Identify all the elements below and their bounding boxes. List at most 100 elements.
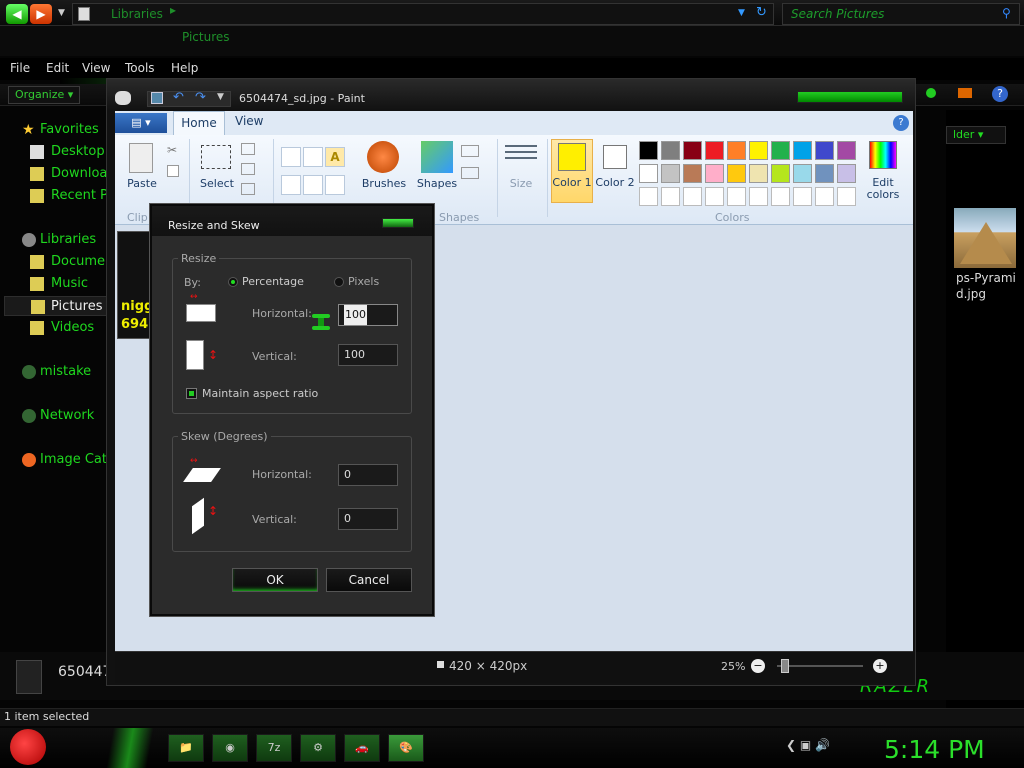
palette-swatch[interactable] <box>793 141 812 160</box>
menu-view[interactable]: View <box>82 61 110 75</box>
cancel-button[interactable]: Cancel <box>326 568 412 592</box>
pixels-label[interactable]: Pixels <box>348 275 379 288</box>
ok-button[interactable]: OK <box>232 568 318 592</box>
shapes-icon[interactable] <box>421 141 453 173</box>
paint-menu-button[interactable]: ▤ ▾ <box>115 113 167 133</box>
zoom-in-button[interactable]: + <box>873 659 887 673</box>
palette-swatch[interactable] <box>661 141 680 160</box>
sidebar-item-desktop[interactable]: Desktop <box>0 142 108 162</box>
zoom-out-button[interactable]: − <box>751 659 765 673</box>
resize-icon[interactable] <box>241 163 255 175</box>
sidebar-item-pictures[interactable]: Pictures <box>4 296 108 316</box>
palette-empty-swatch[interactable] <box>661 187 680 206</box>
forward-button[interactable]: ▶ <box>30 4 52 24</box>
sidebar-item-music[interactable]: Music <box>0 274 108 294</box>
edit-colors-icon[interactable] <box>869 141 897 169</box>
resize-vertical-input[interactable]: 100 <box>338 344 398 366</box>
menu-help[interactable]: Help <box>171 61 198 75</box>
select-icon[interactable] <box>201 145 231 169</box>
menu-tools[interactable]: Tools <box>125 61 155 75</box>
fill-icon[interactable] <box>303 147 323 167</box>
address-bar[interactable]: Libraries <box>72 3 774 25</box>
skew-horizontal-input[interactable]: 0 <box>338 464 398 486</box>
system-tray[interactable]: ❮ ▣ 🔊 <box>786 738 830 752</box>
palette-empty-swatch[interactable] <box>727 187 746 206</box>
size-icon[interactable] <box>505 145 537 163</box>
sidebar-item-image-catalog[interactable]: Image Catalog <box>0 450 108 470</box>
paint-app-icon[interactable] <box>115 91 131 105</box>
crop-icon[interactable] <box>241 143 255 155</box>
fill-shape-icon[interactable] <box>461 167 479 179</box>
palette-swatch[interactable] <box>815 164 834 183</box>
palette-swatch[interactable] <box>749 141 768 160</box>
search-input[interactable]: Search Pictures <box>782 3 1020 25</box>
organize-button[interactable]: Organize ▾ <box>8 86 81 104</box>
menu-file[interactable]: File <box>10 61 30 75</box>
save-icon[interactable] <box>151 92 163 104</box>
palette-swatch[interactable] <box>639 164 658 183</box>
resize-horizontal-input[interactable]: 100 <box>338 304 398 326</box>
shapes-button[interactable]: Shapes <box>413 177 461 190</box>
cut-icon[interactable]: ✂ <box>167 143 177 157</box>
clock[interactable]: 5:14 PM <box>884 735 985 764</box>
palette-swatch[interactable] <box>793 164 812 183</box>
taskbar-chrome-button[interactable]: ◉ <box>212 734 248 762</box>
select-button[interactable]: Select <box>197 177 237 190</box>
eraser-icon[interactable] <box>281 175 301 195</box>
palette-empty-swatch[interactable] <box>771 187 790 206</box>
color-picker-icon[interactable] <box>303 175 323 195</box>
address-crumb-libraries[interactable]: Libraries <box>111 7 163 21</box>
qat-dropdown-icon[interactable]: ▼ <box>217 92 224 102</box>
sidebar-item-documents[interactable]: Documents <box>0 252 108 272</box>
search-icon[interactable]: ⚲ <box>1002 6 1011 20</box>
maintain-aspect-checkbox[interactable] <box>186 388 197 399</box>
menu-edit[interactable]: Edit <box>46 61 69 75</box>
start-button-icon[interactable] <box>10 729 46 765</box>
palette-swatch[interactable] <box>683 164 702 183</box>
text-icon[interactable]: A <box>325 147 345 167</box>
palette-swatch[interactable] <box>749 164 768 183</box>
rotate-icon[interactable] <box>241 183 255 195</box>
palette-empty-swatch[interactable] <box>837 187 856 206</box>
file-label-pyramids[interactable]: ps-Pyrami d.jpg <box>956 270 1022 302</box>
sidebar-item-recent-places[interactable]: Recent Places <box>0 186 108 206</box>
palette-empty-swatch[interactable] <box>639 187 658 206</box>
help-icon[interactable]: ? <box>893 115 909 131</box>
view-options-icon[interactable] <box>926 88 936 98</box>
color2-swatch[interactable] <box>603 145 627 169</box>
sidebar-item-homegroup[interactable]: mistake <box>0 362 108 382</box>
undo-icon[interactable]: ↶ <box>173 90 184 105</box>
palette-empty-swatch[interactable] <box>793 187 812 206</box>
zoom-slider[interactable] <box>777 665 863 667</box>
taskbar-explorer-button[interactable]: 📁 <box>168 734 204 762</box>
palette-swatch[interactable] <box>771 141 790 160</box>
preview-pane-icon[interactable] <box>958 88 972 98</box>
zoom-slider-thumb[interactable] <box>781 659 789 673</box>
sidebar-item-libraries[interactable]: Libraries <box>0 230 108 250</box>
edit-colors-button[interactable]: Edit colors <box>859 177 907 201</box>
taskbar-paint-button[interactable]: 🎨 <box>388 734 424 762</box>
palette-swatch[interactable] <box>727 141 746 160</box>
back-button[interactable]: ◀ <box>6 4 28 24</box>
sidebar-item-downloads[interactable]: Downloads <box>0 164 108 184</box>
taskbar-game-button[interactable]: 🚗 <box>344 734 380 762</box>
dialog-close-button[interactable] <box>382 218 414 228</box>
palette-empty-swatch[interactable] <box>749 187 768 206</box>
size-button[interactable]: Size <box>501 177 541 190</box>
brushes-icon[interactable] <box>367 141 399 173</box>
palette-swatch[interactable] <box>705 141 724 160</box>
help-icon[interactable]: ? <box>992 86 1008 102</box>
sidebar-item-videos[interactable]: Videos <box>0 318 108 338</box>
history-dropdown-icon[interactable]: ▼ <box>58 8 65 18</box>
palette-swatch[interactable] <box>837 141 856 160</box>
outline-icon[interactable] <box>461 145 479 157</box>
palette-empty-swatch[interactable] <box>683 187 702 206</box>
palette-swatch[interactable] <box>683 141 702 160</box>
palette-swatch[interactable] <box>727 164 746 183</box>
palette-swatch[interactable] <box>661 164 680 183</box>
redo-icon[interactable]: ↷ <box>195 90 206 105</box>
new-folder-button[interactable]: lder ▾ <box>946 126 1006 144</box>
paste-button[interactable]: Paste <box>127 177 157 190</box>
taskbar-7zip-button[interactable]: 7z <box>256 734 292 762</box>
sidebar-item-network[interactable]: Network <box>0 406 108 426</box>
